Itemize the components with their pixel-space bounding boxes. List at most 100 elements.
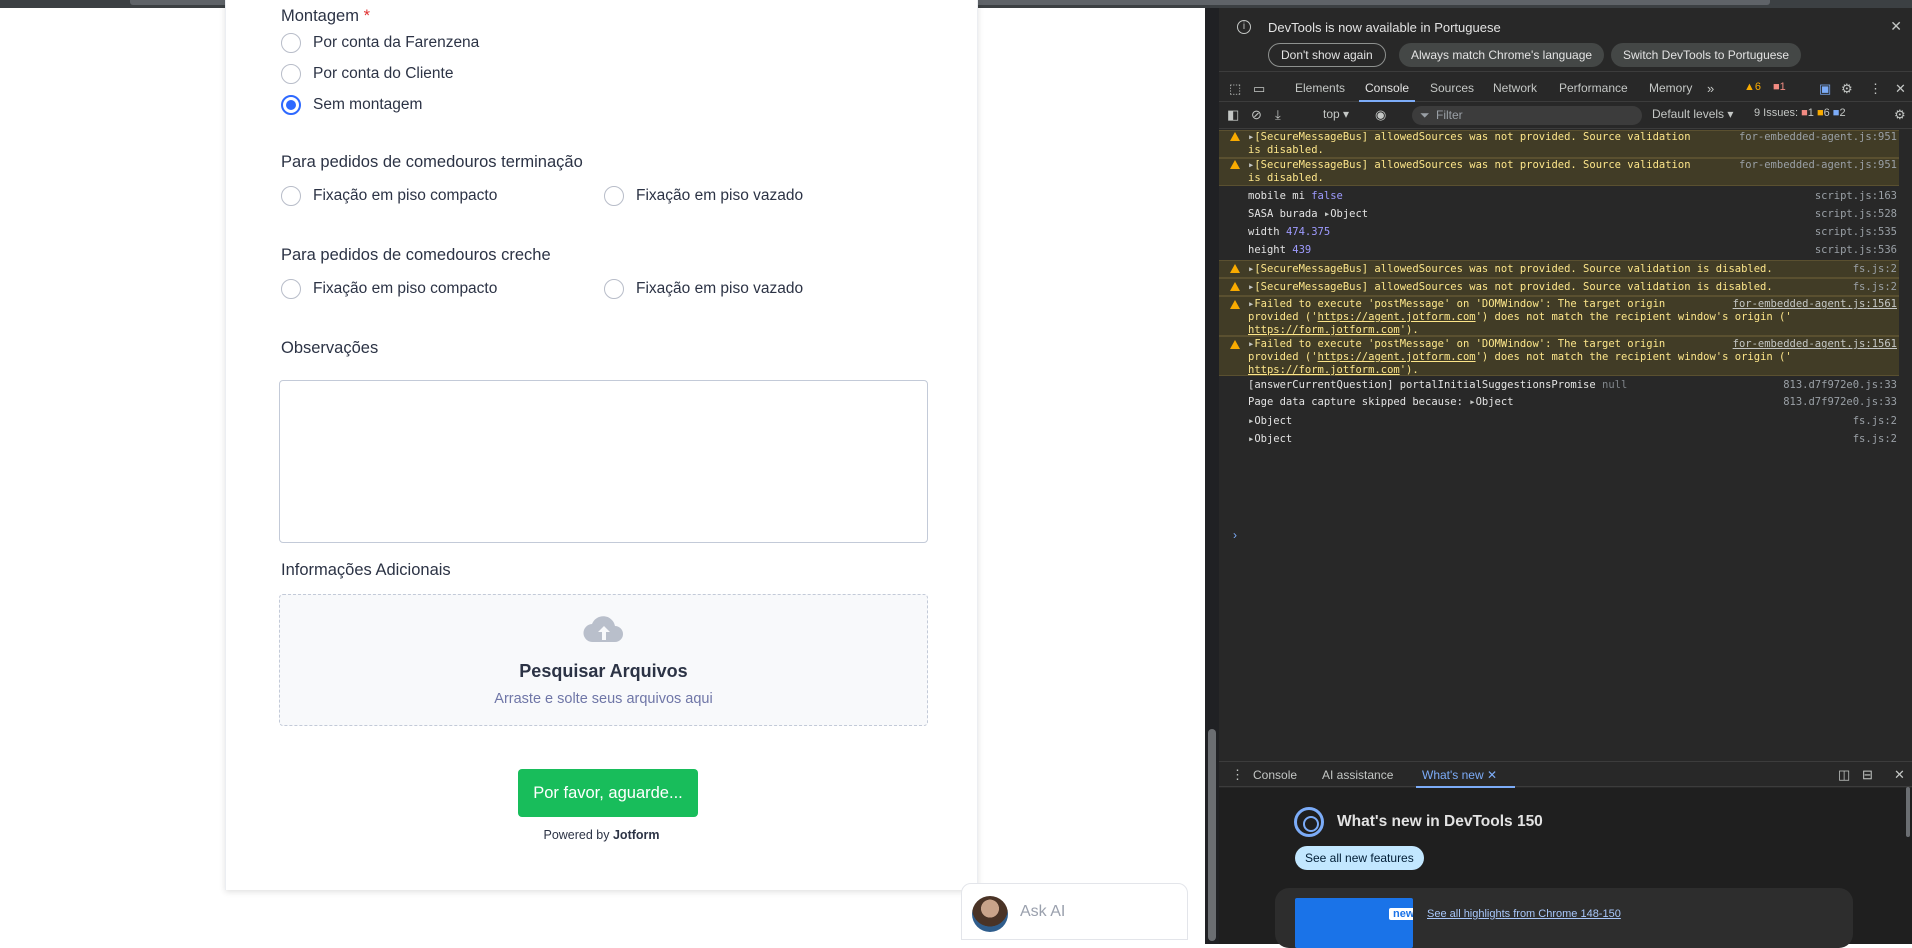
radio-creche-compacto[interactable]: Fixação em piso compacto xyxy=(281,279,497,299)
radio-label: Fixação em piso vazado xyxy=(636,187,804,204)
drawer-menu-icon[interactable]: ⋮ xyxy=(1231,767,1244,783)
console-message-warning[interactable]: ▸Failed to execute 'postMessage' on 'DOM… xyxy=(1219,296,1899,336)
issues-counter[interactable]: 9 Issues: ■1 ■6 ■2 xyxy=(1754,107,1846,119)
tab-console[interactable]: Console xyxy=(1358,81,1416,102)
always-match-button[interactable]: Always match Chrome's language xyxy=(1399,43,1605,67)
powered-by[interactable]: Powered by Jotform xyxy=(226,828,977,842)
eye-icon[interactable]: ◉ xyxy=(1375,107,1386,123)
console-message[interactable]: width 474.375 script.js:535 xyxy=(1219,226,1899,239)
drawer-scrollbar[interactable] xyxy=(1906,787,1910,837)
more-tabs-icon[interactable]: » xyxy=(1707,81,1714,96)
log-levels-select[interactable]: Default levels ▾ xyxy=(1652,107,1733,121)
dock-icon[interactable]: ◫ xyxy=(1838,767,1850,783)
tab-elements[interactable]: Elements xyxy=(1295,81,1345,95)
chrome-devtools-icon xyxy=(1294,807,1324,837)
ask-ai-widget[interactable]: Ask AI xyxy=(961,883,1188,940)
page-scrollbar[interactable] xyxy=(1205,8,1219,944)
radio-terminacao-vazado[interactable]: Fixação em piso vazado xyxy=(604,186,803,206)
console-message-warning[interactable]: ▸[SecureMessageBus] allowedSources was n… xyxy=(1219,130,1899,158)
required-mark: * xyxy=(363,7,370,25)
console-settings-icon[interactable]: ⚙ xyxy=(1894,107,1906,123)
terminacao-label: Para pedidos de comedouros terminação xyxy=(281,153,583,171)
devtools-tabs: ⬚ ▭ Elements Console Sources Network Per… xyxy=(1219,76,1912,102)
radio-circle[interactable] xyxy=(604,279,624,299)
upload-title: Pesquisar Arquivos xyxy=(519,661,688,681)
console-message-warning[interactable]: ▸[SecureMessageBus] allowedSources was n… xyxy=(1219,158,1899,186)
radio-circle-checked[interactable] xyxy=(281,95,301,115)
close-devtools-icon[interactable]: ✕ xyxy=(1895,81,1906,97)
info-message: DevTools is now available in Portuguese xyxy=(1268,20,1501,35)
drawer-tabs: ⋮ Console AI assistance What's new ✕ ◫ ⊟… xyxy=(1219,761,1912,788)
observacoes-textarea[interactable] xyxy=(279,380,928,543)
radio-circle[interactable] xyxy=(281,186,301,206)
radio-terminacao-compacto[interactable]: Fixação em piso compacto xyxy=(281,186,497,206)
ai-icon[interactable]: ▣ xyxy=(1819,81,1831,97)
radio-sem-montagem[interactable]: Sem montagem xyxy=(281,95,422,115)
drawer-tab-console[interactable]: Console xyxy=(1253,768,1297,782)
context-select[interactable]: top ▾ xyxy=(1323,107,1349,121)
close-drawer-icon[interactable]: ✕ xyxy=(1894,767,1905,783)
whats-new-title: What's new in DevTools 150 xyxy=(1337,813,1543,830)
console-message[interactable]: height 439 script.js:536 xyxy=(1219,244,1899,257)
warning-icon xyxy=(1230,340,1240,349)
radio-label: Fixação em piso compacto xyxy=(313,280,498,297)
sidebar-toggle-icon[interactable]: ◧ xyxy=(1227,107,1239,123)
close-tab-icon[interactable]: ✕ xyxy=(1487,768,1497,782)
radio-circle[interactable] xyxy=(604,186,624,206)
radio-circle[interactable] xyxy=(281,64,301,84)
file-upload-area[interactable]: Pesquisar Arquivos Arraste e solte seus … xyxy=(279,594,928,726)
scroll-bottom-icon[interactable]: ⤓ xyxy=(1275,107,1281,123)
kebab-menu-icon[interactable]: ⋮ xyxy=(1869,81,1882,97)
clear-console-icon[interactable]: ⊘ xyxy=(1251,107,1262,123)
radio-cliente[interactable]: Por conta do Cliente xyxy=(281,64,453,84)
devtools-infobar: i DevTools is now available in Portugues… xyxy=(1219,8,1912,72)
highlights-card[interactable]: new See all highlights from Chrome 148-1… xyxy=(1275,888,1853,948)
observacoes-label: Observações xyxy=(281,339,379,357)
console-prompt[interactable]: › xyxy=(1233,528,1237,542)
upload-subtitle: Arraste e solte seus arquivos aqui xyxy=(494,691,713,707)
tab-performance[interactable]: Performance xyxy=(1559,81,1628,95)
tab-network[interactable]: Network xyxy=(1493,81,1537,95)
whats-new-panel: What's new in DevTools 150 See all new f… xyxy=(1219,788,1912,948)
tab-memory[interactable]: Memory xyxy=(1649,81,1692,95)
console-message[interactable]: ▸Object fs.js:2 xyxy=(1219,415,1899,428)
close-icon[interactable]: ✕ xyxy=(1890,18,1902,35)
warning-icon xyxy=(1230,264,1240,273)
console-message[interactable]: [answerCurrentQuestion] portalInitialSug… xyxy=(1219,379,1899,392)
radio-label: Sem montagem xyxy=(313,96,423,113)
new-badge: new xyxy=(1389,908,1413,920)
radio-circle[interactable] xyxy=(281,33,301,53)
highlights-link[interactable]: See all highlights from Chrome 148-150 xyxy=(1427,908,1621,920)
warning-icon xyxy=(1230,132,1240,141)
filter-input[interactable]: ⏷ Filter xyxy=(1412,106,1642,125)
console-message-warning[interactable]: ▸Failed to execute 'postMessage' on 'DOM… xyxy=(1219,336,1899,376)
scrollbar-thumb[interactable] xyxy=(1208,729,1216,941)
devtools-panel: i DevTools is now available in Portugues… xyxy=(1219,8,1912,948)
radio-label: Por conta do Cliente xyxy=(313,65,454,82)
error-count-icon[interactable]: ■1 xyxy=(1773,81,1786,93)
montagem-label: Montagem * xyxy=(281,7,370,25)
tab-sources[interactable]: Sources xyxy=(1430,81,1474,95)
console-message-warning[interactable]: ▸[SecureMessageBus] allowedSources was n… xyxy=(1219,278,1899,296)
device-toolbar-icon[interactable]: ▭ xyxy=(1253,81,1265,97)
radio-circle[interactable] xyxy=(281,279,301,299)
see-all-features-button[interactable]: See all new features xyxy=(1295,846,1424,870)
console-message[interactable]: ▸Object fs.js:2 xyxy=(1219,433,1899,446)
submit-button[interactable]: Por favor, aguarde... xyxy=(518,769,698,817)
radio-farenzena[interactable]: Por conta da Farenzena xyxy=(281,33,479,53)
warning-icon xyxy=(1230,282,1240,291)
warning-count-icon[interactable]: ▲6 xyxy=(1744,81,1761,93)
console-message[interactable]: Page data capture skipped because: ▸Obje… xyxy=(1219,396,1899,409)
drawer-tab-ai-assistance[interactable]: AI assistance xyxy=(1322,768,1393,782)
drawer-tab-whats-new[interactable]: What's new ✕ xyxy=(1415,768,1516,788)
inspect-icon[interactable]: ⬚ xyxy=(1229,81,1241,97)
radio-creche-vazado[interactable]: Fixação em piso vazado xyxy=(604,279,803,299)
undock-icon[interactable]: ⊟ xyxy=(1862,767,1873,783)
console-message[interactable]: SASA burada ▸Object script.js:528 xyxy=(1219,208,1899,221)
switch-language-button[interactable]: Switch DevTools to Portuguese xyxy=(1611,43,1802,67)
console-message-warning[interactable]: ▸[SecureMessageBus] allowedSources was n… xyxy=(1219,260,1899,278)
console-message[interactable]: mobile mi false script.js:163 xyxy=(1219,190,1899,203)
gear-icon[interactable]: ⚙ xyxy=(1841,81,1853,97)
warning-icon xyxy=(1230,160,1240,169)
dont-show-again-button[interactable]: Don't show again xyxy=(1268,43,1386,67)
